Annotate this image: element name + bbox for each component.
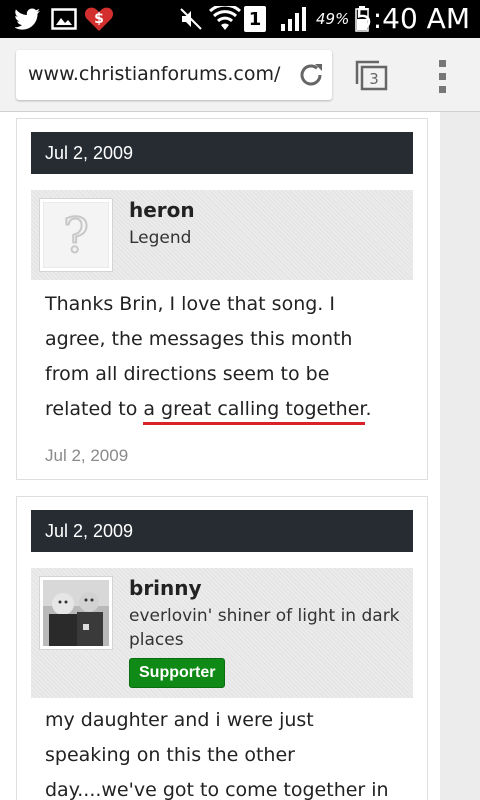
web-page: Jul 2, 2009 ? heron Legend Thanks Brin, … (0, 112, 480, 800)
forum-post: Jul 2, 2009 brinny everlovin' shiner of … (16, 496, 428, 800)
post-footer-date[interactable]: Jul 2, 2009 (45, 446, 128, 466)
author-title: Legend (129, 228, 192, 248)
post-body-line: related to a great calling together. (45, 392, 405, 427)
highlighted-phrase: a great calling together (143, 398, 366, 425)
gallery-icon (50, 6, 78, 32)
photo-avatar-icon (43, 580, 109, 646)
tabs-switcher-button[interactable]: 3 (355, 58, 389, 92)
browser-toolbar: www.christianforums.com/ 3 (0, 38, 480, 112)
money-app-icon: $ (84, 6, 114, 32)
avatar[interactable] (39, 576, 113, 650)
post-body-line: agree, the messages this month (45, 328, 353, 350)
svg-text:?: ? (63, 208, 89, 264)
post-body-text: related to (45, 398, 144, 420)
post-body-line: speaking on this the other (45, 744, 295, 766)
post-body: Thanks Brin, I love that song. I agree, … (45, 287, 405, 427)
mute-icon (178, 6, 204, 32)
post-body-line: my daughter and i were just (45, 709, 314, 731)
post-body-line: day....we've got to come together in (45, 779, 389, 800)
placeholder-avatar-icon: ? (42, 201, 110, 269)
wifi-icon (208, 6, 242, 32)
sim-icon: 1 (244, 6, 266, 32)
post-date-header: Jul 2, 2009 (31, 510, 413, 552)
clock: 5:40 AM (354, 2, 470, 35)
post-body: my daughter and i were just speaking on … (45, 703, 405, 800)
svg-text:$: $ (94, 11, 104, 27)
post-body-text: . (365, 398, 372, 420)
post-body-line: from all directions seem to be (45, 363, 330, 385)
author-title-continued: places (129, 630, 184, 650)
author-title: everlovin' shiner of light in dark (129, 606, 400, 626)
author-name[interactable]: brinny (129, 576, 202, 600)
tab-count: 3 (369, 70, 379, 88)
status-bar: $ 1 49% 5:40 AM (0, 0, 480, 38)
signal-icon (278, 6, 308, 32)
battery-percent: 49% (316, 10, 350, 28)
url-text[interactable]: www.christianforums.com/ (28, 63, 290, 85)
forum-post: Jul 2, 2009 ? heron Legend Thanks Brin, … (16, 118, 428, 480)
author-box: brinny everlovin' shiner of light in dar… (31, 568, 413, 698)
twitter-icon (14, 6, 42, 32)
reload-icon[interactable] (296, 60, 326, 90)
avatar[interactable]: ? (39, 198, 113, 272)
author-name[interactable]: heron (129, 198, 195, 222)
overflow-menu-icon[interactable] (436, 56, 450, 96)
post-date-header: Jul 2, 2009 (31, 132, 413, 174)
supporter-badge: Supporter (129, 658, 226, 688)
address-bar[interactable]: www.christianforums.com/ (16, 50, 332, 100)
author-box: ? heron Legend (31, 190, 413, 280)
post-body-line: Thanks Brin, I love that song. I (45, 293, 335, 315)
page-side-rail (440, 112, 480, 800)
